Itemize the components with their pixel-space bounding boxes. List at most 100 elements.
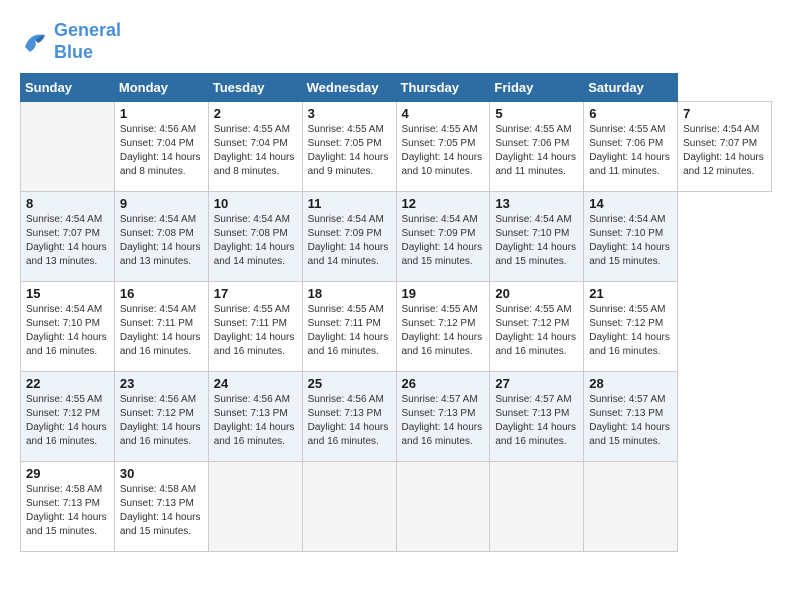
day-info: Sunrise: 4:54 AMSunset: 7:10 PMDaylight:… bbox=[495, 214, 576, 267]
day-number: 3 bbox=[308, 106, 391, 121]
day-number: 5 bbox=[495, 106, 578, 121]
day-info: Sunrise: 4:54 AMSunset: 7:11 PMDaylight:… bbox=[120, 304, 201, 357]
day-cell bbox=[302, 462, 396, 552]
day-cell: 29 Sunrise: 4:58 AMSunset: 7:13 PMDaylig… bbox=[21, 462, 115, 552]
day-cell: 12 Sunrise: 4:54 AMSunset: 7:09 PMDaylig… bbox=[396, 192, 490, 282]
day-cell: 21 Sunrise: 4:55 AMSunset: 7:12 PMDaylig… bbox=[584, 282, 678, 372]
day-number: 2 bbox=[214, 106, 297, 121]
day-info: Sunrise: 4:56 AMSunset: 7:13 PMDaylight:… bbox=[214, 394, 295, 447]
day-number: 26 bbox=[402, 376, 485, 391]
col-header-monday: Monday bbox=[114, 74, 208, 102]
day-cell: 19 Sunrise: 4:55 AMSunset: 7:12 PMDaylig… bbox=[396, 282, 490, 372]
day-number: 30 bbox=[120, 466, 203, 481]
day-info: Sunrise: 4:55 AMSunset: 7:12 PMDaylight:… bbox=[26, 394, 107, 447]
day-cell: 9 Sunrise: 4:54 AMSunset: 7:08 PMDayligh… bbox=[114, 192, 208, 282]
day-info: Sunrise: 4:56 AMSunset: 7:13 PMDaylight:… bbox=[308, 394, 389, 447]
day-number: 24 bbox=[214, 376, 297, 391]
week-row-4: 22 Sunrise: 4:55 AMSunset: 7:12 PMDaylig… bbox=[21, 372, 772, 462]
day-cell: 24 Sunrise: 4:56 AMSunset: 7:13 PMDaylig… bbox=[208, 372, 302, 462]
day-cell: 15 Sunrise: 4:54 AMSunset: 7:10 PMDaylig… bbox=[21, 282, 115, 372]
day-info: Sunrise: 4:55 AMSunset: 7:05 PMDaylight:… bbox=[308, 124, 389, 177]
day-cell bbox=[21, 102, 115, 192]
day-cell: 10 Sunrise: 4:54 AMSunset: 7:08 PMDaylig… bbox=[208, 192, 302, 282]
week-row-2: 8 Sunrise: 4:54 AMSunset: 7:07 PMDayligh… bbox=[21, 192, 772, 282]
day-cell: 20 Sunrise: 4:55 AMSunset: 7:12 PMDaylig… bbox=[490, 282, 584, 372]
day-cell: 28 Sunrise: 4:57 AMSunset: 7:13 PMDaylig… bbox=[584, 372, 678, 462]
day-number: 8 bbox=[26, 196, 109, 211]
day-info: Sunrise: 4:57 AMSunset: 7:13 PMDaylight:… bbox=[589, 394, 670, 447]
day-cell bbox=[584, 462, 678, 552]
day-number: 4 bbox=[402, 106, 485, 121]
day-number: 6 bbox=[589, 106, 672, 121]
day-number: 27 bbox=[495, 376, 578, 391]
day-info: Sunrise: 4:55 AMSunset: 7:06 PMDaylight:… bbox=[495, 124, 576, 177]
day-number: 13 bbox=[495, 196, 578, 211]
week-row-5: 29 Sunrise: 4:58 AMSunset: 7:13 PMDaylig… bbox=[21, 462, 772, 552]
day-info: Sunrise: 4:54 AMSunset: 7:08 PMDaylight:… bbox=[214, 214, 295, 267]
day-info: Sunrise: 4:55 AMSunset: 7:04 PMDaylight:… bbox=[214, 124, 295, 177]
day-cell bbox=[208, 462, 302, 552]
day-info: Sunrise: 4:55 AMSunset: 7:12 PMDaylight:… bbox=[589, 304, 670, 357]
day-number: 17 bbox=[214, 286, 297, 301]
day-info: Sunrise: 4:54 AMSunset: 7:08 PMDaylight:… bbox=[120, 214, 201, 267]
day-info: Sunrise: 4:54 AMSunset: 7:10 PMDaylight:… bbox=[589, 214, 670, 267]
day-info: Sunrise: 4:58 AMSunset: 7:13 PMDaylight:… bbox=[120, 484, 201, 537]
day-number: 25 bbox=[308, 376, 391, 391]
day-number: 15 bbox=[26, 286, 109, 301]
day-cell: 23 Sunrise: 4:56 AMSunset: 7:12 PMDaylig… bbox=[114, 372, 208, 462]
day-cell: 16 Sunrise: 4:54 AMSunset: 7:11 PMDaylig… bbox=[114, 282, 208, 372]
day-cell: 1 Sunrise: 4:56 AMSunset: 7:04 PMDayligh… bbox=[114, 102, 208, 192]
day-cell: 18 Sunrise: 4:55 AMSunset: 7:11 PMDaylig… bbox=[302, 282, 396, 372]
day-info: Sunrise: 4:56 AMSunset: 7:04 PMDaylight:… bbox=[120, 124, 201, 177]
day-info: Sunrise: 4:55 AMSunset: 7:11 PMDaylight:… bbox=[214, 304, 295, 357]
col-header-sunday: Sunday bbox=[21, 74, 115, 102]
week-row-1: 1 Sunrise: 4:56 AMSunset: 7:04 PMDayligh… bbox=[21, 102, 772, 192]
day-cell: 2 Sunrise: 4:55 AMSunset: 7:04 PMDayligh… bbox=[208, 102, 302, 192]
day-number: 11 bbox=[308, 196, 391, 211]
day-number: 7 bbox=[683, 106, 766, 121]
col-header-tuesday: Tuesday bbox=[208, 74, 302, 102]
day-number: 12 bbox=[402, 196, 485, 211]
calendar-table: SundayMondayTuesdayWednesdayThursdayFrid… bbox=[20, 73, 772, 552]
day-info: Sunrise: 4:57 AMSunset: 7:13 PMDaylight:… bbox=[495, 394, 576, 447]
day-info: Sunrise: 4:54 AMSunset: 7:09 PMDaylight:… bbox=[402, 214, 483, 267]
day-info: Sunrise: 4:54 AMSunset: 7:07 PMDaylight:… bbox=[683, 124, 764, 177]
day-number: 22 bbox=[26, 376, 109, 391]
day-cell bbox=[490, 462, 584, 552]
day-cell: 6 Sunrise: 4:55 AMSunset: 7:06 PMDayligh… bbox=[584, 102, 678, 192]
day-cell: 26 Sunrise: 4:57 AMSunset: 7:13 PMDaylig… bbox=[396, 372, 490, 462]
day-info: Sunrise: 4:55 AMSunset: 7:11 PMDaylight:… bbox=[308, 304, 389, 357]
day-number: 21 bbox=[589, 286, 672, 301]
day-info: Sunrise: 4:54 AMSunset: 7:07 PMDaylight:… bbox=[26, 214, 107, 267]
day-number: 29 bbox=[26, 466, 109, 481]
day-number: 20 bbox=[495, 286, 578, 301]
day-cell: 3 Sunrise: 4:55 AMSunset: 7:05 PMDayligh… bbox=[302, 102, 396, 192]
logo-text: General Blue bbox=[54, 20, 121, 63]
day-number: 18 bbox=[308, 286, 391, 301]
day-number: 16 bbox=[120, 286, 203, 301]
day-cell: 14 Sunrise: 4:54 AMSunset: 7:10 PMDaylig… bbox=[584, 192, 678, 282]
day-cell bbox=[396, 462, 490, 552]
day-number: 19 bbox=[402, 286, 485, 301]
day-cell: 7 Sunrise: 4:54 AMSunset: 7:07 PMDayligh… bbox=[678, 102, 772, 192]
logo: General Blue bbox=[20, 20, 121, 63]
week-row-3: 15 Sunrise: 4:54 AMSunset: 7:10 PMDaylig… bbox=[21, 282, 772, 372]
day-number: 23 bbox=[120, 376, 203, 391]
day-info: Sunrise: 4:56 AMSunset: 7:12 PMDaylight:… bbox=[120, 394, 201, 447]
day-number: 1 bbox=[120, 106, 203, 121]
day-cell: 13 Sunrise: 4:54 AMSunset: 7:10 PMDaylig… bbox=[490, 192, 584, 282]
header-row: SundayMondayTuesdayWednesdayThursdayFrid… bbox=[21, 74, 772, 102]
day-cell: 5 Sunrise: 4:55 AMSunset: 7:06 PMDayligh… bbox=[490, 102, 584, 192]
col-header-wednesday: Wednesday bbox=[302, 74, 396, 102]
day-number: 28 bbox=[589, 376, 672, 391]
day-number: 10 bbox=[214, 196, 297, 211]
day-number: 9 bbox=[120, 196, 203, 211]
day-info: Sunrise: 4:55 AMSunset: 7:05 PMDaylight:… bbox=[402, 124, 483, 177]
day-cell: 8 Sunrise: 4:54 AMSunset: 7:07 PMDayligh… bbox=[21, 192, 115, 282]
page-header: General Blue bbox=[20, 20, 772, 63]
col-header-friday: Friday bbox=[490, 74, 584, 102]
day-cell: 25 Sunrise: 4:56 AMSunset: 7:13 PMDaylig… bbox=[302, 372, 396, 462]
day-cell: 30 Sunrise: 4:58 AMSunset: 7:13 PMDaylig… bbox=[114, 462, 208, 552]
day-cell: 4 Sunrise: 4:55 AMSunset: 7:05 PMDayligh… bbox=[396, 102, 490, 192]
day-cell: 17 Sunrise: 4:55 AMSunset: 7:11 PMDaylig… bbox=[208, 282, 302, 372]
